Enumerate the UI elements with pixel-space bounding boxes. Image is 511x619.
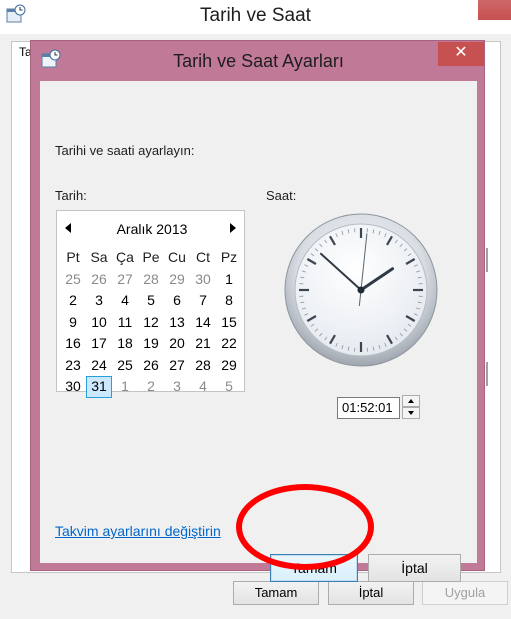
dialog-body: Tarihi ve saati ayarlayın: Tarih: Saat: … xyxy=(40,81,477,582)
calendar-day[interactable]: 17 xyxy=(86,333,112,355)
calendar-day[interactable]: 28 xyxy=(138,269,164,291)
calendar-day[interactable]: 7 xyxy=(190,290,216,312)
calendar-week-row: 25 26 27 28 29 30 1 xyxy=(60,269,242,291)
calendar-day[interactable]: 5 xyxy=(216,376,242,398)
calendar-week-row: 16 17 18 19 20 21 22 xyxy=(60,333,242,355)
calendar-day[interactable]: 8 xyxy=(216,290,242,312)
calendar-day[interactable]: 3 xyxy=(164,376,190,398)
cancel-button[interactable]: İptal xyxy=(368,554,461,582)
calendar-day[interactable]: 4 xyxy=(112,290,138,312)
chevron-right-icon[interactable] xyxy=(230,223,236,233)
close-icon: ✕ xyxy=(454,44,468,61)
calendar-day[interactable]: 30 xyxy=(60,376,86,398)
spin-up-icon[interactable] xyxy=(402,395,420,407)
calendar-day[interactable]: 1 xyxy=(216,269,242,291)
dialog-title: Tarih ve Saat Ayarları xyxy=(173,51,344,71)
calendar-day[interactable]: 2 xyxy=(138,376,164,398)
calendar-day[interactable]: 25 xyxy=(60,269,86,291)
ok-button[interactable]: Tamam xyxy=(270,554,358,582)
calendar-day[interactable]: 18 xyxy=(112,333,138,355)
calendar-weekday: Pz xyxy=(220,249,238,265)
time-input[interactable]: 01:52:01 xyxy=(337,397,400,419)
chevron-left-icon[interactable] xyxy=(65,223,71,233)
calendar-day[interactable]: 6 xyxy=(164,290,190,312)
calendar-weekday: Ct xyxy=(196,249,210,265)
calendar-day[interactable]: 26 xyxy=(138,355,164,377)
spin-down-icon[interactable] xyxy=(402,407,420,419)
calendar-day[interactable]: 19 xyxy=(138,333,164,355)
calendar-day[interactable]: 30 xyxy=(190,269,216,291)
calendar-day[interactable]: 24 xyxy=(86,355,112,377)
calendar-day[interactable]: 16 xyxy=(60,333,86,355)
calendar-settings-link[interactable]: Takvim ayarlarını değiştirin xyxy=(55,523,221,539)
calendar-month-label[interactable]: Aralık 2013 xyxy=(77,221,227,237)
calendar-weekday-row: Pt Sa Ça Pe Cu Ct Pz xyxy=(60,247,242,269)
date-label: Tarih: xyxy=(55,188,87,203)
parent-close-button[interactable] xyxy=(478,0,511,20)
calendar-day[interactable]: 27 xyxy=(112,269,138,291)
calendar-day[interactable]: 12 xyxy=(138,312,164,334)
parent-control-edge xyxy=(486,248,488,272)
calendar-grid: Pt Sa Ça Pe Cu Ct Pz 25 26 27 28 29 30 1 2 3 4 5 6 7 8 9 10 11 1… xyxy=(60,247,242,398)
calendar-day[interactable]: 20 xyxy=(164,333,190,355)
parent-control-edge xyxy=(486,362,488,386)
analog-clock xyxy=(284,213,438,367)
calendar-day[interactable]: 25 xyxy=(112,355,138,377)
calendar-weekday: Cu xyxy=(168,249,186,265)
parent-cancel-button[interactable]: İptal xyxy=(328,581,414,605)
time-spinner xyxy=(402,395,420,419)
time-label: Saat: xyxy=(266,188,297,203)
parent-apply-button[interactable]: Uygula xyxy=(422,581,508,605)
calendar-day[interactable]: 26 xyxy=(86,269,112,291)
calendar-weekday: Pe xyxy=(142,249,160,265)
dialog-close-button[interactable]: ✕ xyxy=(438,42,484,66)
calendar-day[interactable]: 28 xyxy=(190,355,216,377)
calendar-week-row: 9 10 11 12 13 14 15 xyxy=(60,312,242,334)
calendar: Aralık 2013 Pt Sa Ça Pe Cu Ct Pz 25 26 27 28 29 30 1 2… xyxy=(56,210,245,398)
calendar-day[interactable]: 4 xyxy=(190,376,216,398)
calendar-weekday: Sa xyxy=(90,249,108,265)
calendar-day[interactable]: 14 xyxy=(190,312,216,334)
calendar-week-row: 30 31 1 2 3 4 5 xyxy=(60,376,242,398)
calendar-weekday: Ça xyxy=(116,249,134,265)
calendar-week-row: 2345678 xyxy=(60,290,242,312)
calendar-day-selected[interactable]: 31 xyxy=(86,376,112,398)
date-time-settings-dialog: Tarih ve Saat Ayarları ✕ Tarihi ve saati… xyxy=(30,40,485,582)
calendar-day[interactable]: 21 xyxy=(190,333,216,355)
calendar-day[interactable]: 1 xyxy=(112,376,138,398)
clock-center xyxy=(357,286,365,294)
calendar-day[interactable]: 2 xyxy=(60,290,86,312)
calendar-day[interactable]: 5 xyxy=(138,290,164,312)
calendar-day[interactable]: 3 xyxy=(86,290,112,312)
calendar-day[interactable]: 9 xyxy=(60,312,86,334)
calendar-week-row: 23 24 25 26 27 28 29 xyxy=(60,355,242,377)
calendar-weekday: Pt xyxy=(66,249,80,265)
parent-ok-button[interactable]: Tamam xyxy=(233,581,319,605)
parent-window-title: Tarih ve Saat xyxy=(200,5,311,26)
calendar-day[interactable]: 13 xyxy=(164,312,190,334)
calendar-day[interactable]: 22 xyxy=(216,333,242,355)
calendar-day[interactable]: 10 xyxy=(86,312,112,334)
calendar-day[interactable]: 23 xyxy=(60,355,86,377)
calendar-day[interactable]: 15 xyxy=(216,312,242,334)
calendar-day[interactable]: 29 xyxy=(216,355,242,377)
parent-titlebar: Tarih ve Saat xyxy=(0,0,511,34)
calendar-day[interactable]: 11 xyxy=(112,312,138,334)
instruction-text: Tarihi ve saati ayarlayın: xyxy=(55,143,195,158)
calendar-day[interactable]: 29 xyxy=(164,269,190,291)
calendar-day[interactable]: 27 xyxy=(164,355,190,377)
